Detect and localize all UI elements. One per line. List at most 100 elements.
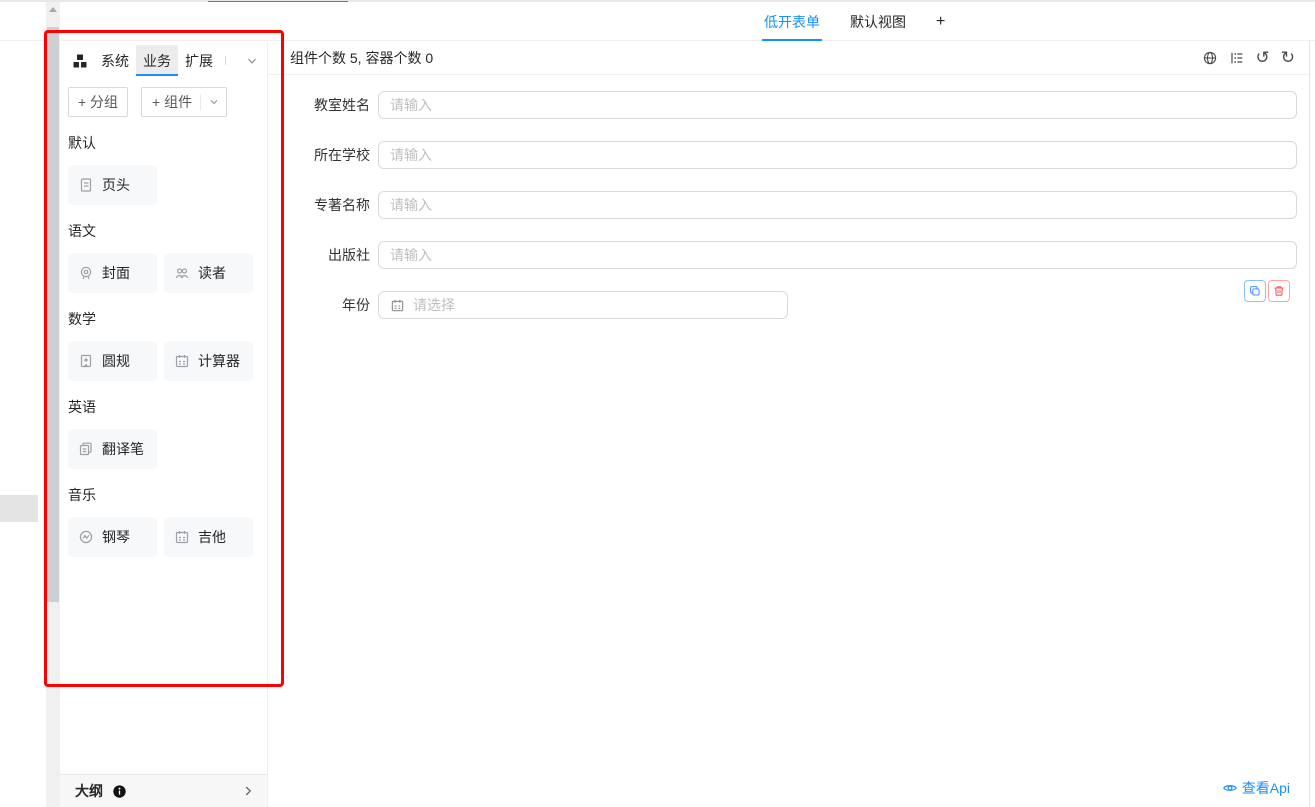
image-placeholder-square <box>225 56 226 65</box>
copy-icon <box>1248 284 1262 298</box>
palette-toolbar: + 分组 + 组件 <box>68 87 259 117</box>
compass-bookmark-icon <box>78 353 94 369</box>
component-group: 音乐 钢琴 吉他 <box>68 485 259 557</box>
undo-icon[interactable]: ↺ <box>1256 50 1270 67</box>
outline-tree-icon[interactable] <box>1229 50 1245 66</box>
readers-icon <box>174 265 190 281</box>
text-input-classroom-name[interactable] <box>378 91 1297 119</box>
form-canvas: 组件个数 5, 容器个数 0 ↺ ↻ 教室姓名 所在学校 专著名称 <box>268 42 1309 807</box>
globe-icon[interactable] <box>1202 50 1218 66</box>
piano-wave-icon <box>78 529 94 545</box>
text-input[interactable] <box>390 247 1285 263</box>
component-group: 数学 圆规 计算器 <box>68 309 259 381</box>
add-group-label: + 分组 <box>77 94 119 110</box>
redo-icon[interactable]: ↻ <box>1281 50 1295 67</box>
component-chip-piano[interactable]: 钢琴 <box>68 517 157 557</box>
delete-field-button[interactable] <box>1268 280 1290 302</box>
eye-icon <box>1222 780 1238 796</box>
date-input[interactable] <box>413 297 776 313</box>
window-right-border <box>1309 2 1310 807</box>
group-title: 默认 <box>68 135 96 151</box>
calculator-icon <box>174 353 190 369</box>
field-label: 教室姓名 <box>314 97 370 113</box>
chip-label: 钢琴 <box>102 529 130 545</box>
form-field-row: 出版社 <box>268 241 1309 269</box>
text-input[interactable] <box>390 97 1285 113</box>
tab-label: 扩展 <box>185 52 213 69</box>
form-design-area: 教室姓名 所在学校 专著名称 出版社 年份 <box>268 75 1309 806</box>
date-picker-year[interactable] <box>378 291 788 319</box>
palette-tab-system[interactable]: 系统 <box>94 45 136 76</box>
add-component-label: + 组件 <box>152 94 193 110</box>
outline-label: 大纲 <box>75 783 103 799</box>
trash-icon <box>1272 284 1286 298</box>
copy-field-button[interactable] <box>1244 280 1266 302</box>
component-chip-compass[interactable]: 圆规 <box>68 341 157 381</box>
tab-default-view[interactable]: 默认视图 <box>850 2 906 41</box>
form-field-row: 年份 <box>268 291 1309 319</box>
add-view-tab-button[interactable]: + <box>936 2 945 41</box>
text-input-school[interactable] <box>378 141 1297 169</box>
tab-label: 默认视图 <box>850 13 906 30</box>
component-group: 默认 页头 <box>68 133 259 205</box>
palette-tab-strip: 系统 业务 扩展 <box>60 45 267 76</box>
component-chip-translate-pen[interactable]: 翻译笔 <box>68 429 157 469</box>
expand-chevron-right-icon[interactable] <box>241 784 255 798</box>
group-title: 音乐 <box>68 487 96 503</box>
component-library-icon[interactable] <box>66 45 94 76</box>
component-chip-cover[interactable]: 封面 <box>68 253 157 293</box>
scrollbar-up-arrow-icon[interactable] <box>49 7 57 12</box>
component-group: 英语 翻译笔 <box>68 397 259 469</box>
chip-label: 页头 <box>102 177 130 193</box>
group-title: 数学 <box>68 311 96 327</box>
info-icon[interactable] <box>112 784 127 799</box>
palette-tab-extension[interactable]: 扩展 <box>178 45 220 76</box>
chip-label: 封面 <box>102 265 130 281</box>
text-input-publisher[interactable] <box>378 241 1297 269</box>
field-label: 专著名称 <box>314 197 370 213</box>
cover-medal-icon <box>78 265 94 281</box>
view-tabbar: 低开表单 默认视图 + <box>0 2 1315 41</box>
component-chip-page-header[interactable]: 页头 <box>68 165 157 205</box>
component-group: 语文 封面 读者 <box>68 221 259 293</box>
page-header-icon <box>78 177 94 193</box>
component-chip-readers[interactable]: 读者 <box>164 253 253 293</box>
translate-pen-icon <box>78 441 94 457</box>
tab-label: 低开表单 <box>764 13 820 30</box>
chip-label: 吉他 <box>198 529 226 545</box>
outline-footer-bar: 大纲 <box>60 774 267 807</box>
chip-label: 读者 <box>198 265 226 281</box>
component-chip-guitar[interactable]: 吉他 <box>164 517 253 557</box>
plus-icon: + <box>936 12 946 30</box>
vertical-scrollbar[interactable] <box>46 2 60 807</box>
chip-label: 计算器 <box>198 353 240 369</box>
palette-tab-business[interactable]: 业务 <box>136 45 178 76</box>
calendar-icon <box>390 298 405 313</box>
view-api-link[interactable]: 查看Api <box>1222 778 1290 798</box>
text-input[interactable] <box>390 147 1285 163</box>
group-title: 英语 <box>68 399 96 415</box>
collapsed-panel-fragment <box>0 495 38 522</box>
form-field-row: 教室姓名 <box>268 91 1309 119</box>
tab-low-code-form[interactable]: 低开表单 <box>762 2 822 41</box>
palette-tabs-chevron-down-icon[interactable] <box>237 45 267 76</box>
guitar-calendar-icon <box>174 529 190 545</box>
add-component-button[interactable]: + 组件 <box>141 87 227 117</box>
tab-label: 系统 <box>101 52 129 69</box>
add-group-button[interactable]: + 分组 <box>68 87 128 117</box>
tab-label: 业务 <box>143 52 171 69</box>
form-field-row: 所在学校 <box>268 141 1309 169</box>
scrollbar-thumb[interactable] <box>47 27 59 602</box>
component-chip-calculator[interactable]: 计算器 <box>164 341 253 381</box>
field-label: 年份 <box>342 297 370 313</box>
view-api-label: 查看Api <box>1241 780 1290 796</box>
add-component-chevron-down-icon[interactable] <box>201 96 226 108</box>
component-palette-sidebar: 系统 业务 扩展 + 分组 + 组件 默认 页头 语文 封面 读者 数学 圆规 … <box>60 42 268 807</box>
canvas-header: 组件个数 5, 容器个数 0 ↺ ↻ <box>268 42 1309 75</box>
field-action-buttons <box>1244 280 1290 302</box>
component-count-summary: 组件个数 5, 容器个数 0 <box>290 50 434 66</box>
chip-label: 圆规 <box>102 353 130 369</box>
text-input[interactable] <box>390 197 1285 213</box>
field-label: 出版社 <box>328 247 370 263</box>
text-input-monograph-title[interactable] <box>378 191 1297 219</box>
